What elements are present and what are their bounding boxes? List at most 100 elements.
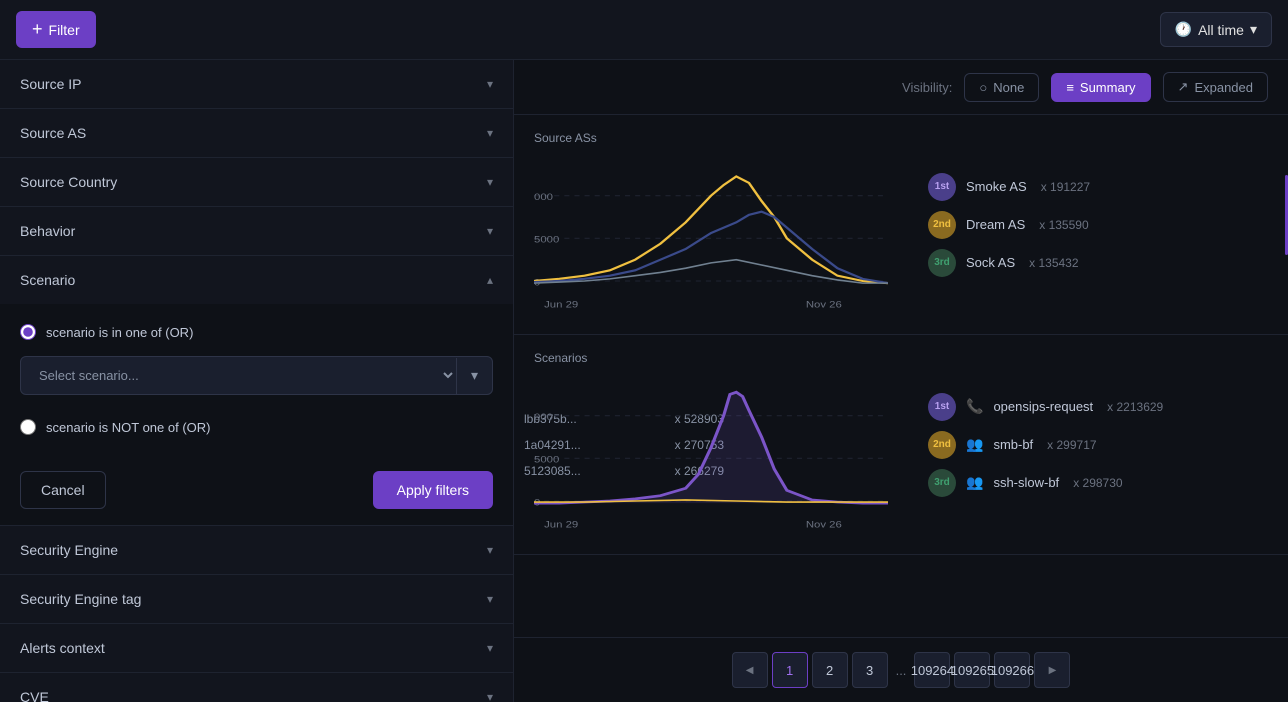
ssh-icon: 👥 bbox=[966, 474, 983, 491]
chevron-down-icon: ▾ bbox=[1250, 21, 1257, 38]
scenarios-legend-item-1: 1st 📞 opensips-request x 2213629 bbox=[928, 393, 1268, 421]
scenario-label: Scenario bbox=[20, 272, 75, 288]
legend-item-2: 2nd Dream AS x 135590 bbox=[928, 211, 1268, 239]
clock-icon: 🕐 bbox=[1175, 21, 1192, 38]
scenario-select-wrapper: Select scenario... ▾ bbox=[20, 356, 493, 395]
visibility-summary-button[interactable]: ≡ Summary bbox=[1051, 73, 1150, 102]
svg-text:Nov 26: Nov 26 bbox=[806, 519, 842, 530]
rank-badge-1st: 1st bbox=[928, 173, 956, 201]
chart-icon: ↗ bbox=[1178, 79, 1189, 95]
filter-header-security-engine[interactable]: Security Engine ▾ bbox=[0, 526, 513, 574]
ssh-name: ssh-slow-bf bbox=[993, 475, 1059, 490]
filter-button[interactable]: + Filter bbox=[16, 11, 96, 48]
page-2-button[interactable]: 2 bbox=[812, 652, 848, 688]
page-109264-button[interactable]: 109264 bbox=[914, 652, 950, 688]
scenarios-legend: 1st 📞 opensips-request x 2213629 2nd 👥 s… bbox=[908, 335, 1288, 554]
svg-text:5000: 5000 bbox=[534, 234, 559, 245]
page-next-button[interactable]: ▶ bbox=[1034, 652, 1070, 688]
filter-item-scenario: Scenario ▴ scenario is in one of (OR) Se… bbox=[0, 256, 513, 526]
page-3-button[interactable]: 3 bbox=[852, 652, 888, 688]
filter-item-source-ip: Source IP ▾ bbox=[0, 60, 513, 109]
scenario-not-radio[interactable] bbox=[20, 419, 36, 435]
smb-name: smb-bf bbox=[993, 437, 1033, 452]
charts-area: Source ASs 0 5000 000 bbox=[514, 115, 1288, 637]
page-ellipsis: ... bbox=[892, 663, 911, 678]
scenario-dropdown-button[interactable]: ▾ bbox=[457, 367, 492, 384]
chevron-down-icon: ▾ bbox=[487, 641, 493, 655]
sock-as-name: Sock AS bbox=[966, 255, 1015, 270]
scenarios-rank-badge-2nd: 2nd bbox=[928, 431, 956, 459]
smoke-as-name: Smoke AS bbox=[966, 179, 1027, 194]
filter-panel: Source IP ▾ Source AS ▾ Source Country ▾… bbox=[0, 60, 514, 702]
filter-item-source-country: Source Country ▾ bbox=[0, 158, 513, 207]
svg-text:Jun 29: Jun 29 bbox=[544, 299, 578, 310]
chevron-down-icon: ▾ bbox=[487, 126, 493, 140]
visibility-none-button[interactable]: ○ None bbox=[964, 73, 1039, 102]
filter-header-source-country[interactable]: Source Country ▾ bbox=[0, 158, 513, 206]
scenario-not-label[interactable]: scenario is NOT one of (OR) bbox=[46, 420, 210, 435]
filter-header-cve[interactable]: CVE ▾ bbox=[0, 673, 513, 702]
expanded-label: Expanded bbox=[1194, 80, 1253, 95]
filter-header-source-ip[interactable]: Source IP ▾ bbox=[0, 60, 513, 108]
filter-header-scenario[interactable]: Scenario ▴ bbox=[0, 256, 513, 304]
source-as-chart-area: Source ASs 0 5000 000 bbox=[514, 115, 908, 334]
source-as-label: Source AS bbox=[20, 125, 86, 141]
source-as-svg: 0 5000 000 Jun 29 Nov 26 bbox=[534, 153, 888, 313]
scenario-or-label[interactable]: scenario is in one of (OR) bbox=[46, 325, 193, 340]
scenarios-svg: 0 5000 000 Jun 29 Nov 26 bbox=[534, 373, 888, 533]
behavior-label: Behavior bbox=[20, 223, 75, 239]
main-layout: Source IP ▾ Source AS ▾ Source Country ▾… bbox=[0, 60, 1288, 702]
scenarios-rank-badge-1st: 1st bbox=[928, 393, 956, 421]
scenario-or-radio[interactable] bbox=[20, 324, 36, 340]
source-ip-label: Source IP bbox=[20, 76, 81, 92]
right-panel: Visibility: ○ None ≡ Summary ↗ Expanded … bbox=[514, 60, 1288, 702]
page-1-button[interactable]: 1 bbox=[772, 652, 808, 688]
rank-badge-2nd: 2nd bbox=[928, 211, 956, 239]
chevron-down-icon: ▾ bbox=[487, 592, 493, 606]
source-country-label: Source Country bbox=[20, 174, 117, 190]
filter-header-behavior[interactable]: Behavior ▾ bbox=[0, 207, 513, 255]
source-as-chart-title: Source ASs bbox=[534, 131, 888, 145]
visibility-bar: Visibility: ○ None ≡ Summary ↗ Expanded bbox=[514, 60, 1288, 115]
ssh-count: x 298730 bbox=[1073, 476, 1122, 490]
opensips-name: opensips-request bbox=[993, 399, 1093, 414]
scenario-select[interactable]: Select scenario... bbox=[21, 357, 456, 394]
chevron-down-icon: ▾ bbox=[487, 224, 493, 238]
circle-icon: ○ bbox=[979, 80, 987, 95]
chevron-down-icon: ▾ bbox=[487, 175, 493, 189]
filter-header-security-engine-tag[interactable]: Security Engine tag ▾ bbox=[0, 575, 513, 623]
dream-as-name: Dream AS bbox=[966, 217, 1025, 232]
none-label: None bbox=[993, 80, 1024, 95]
smoke-as-count: x 191227 bbox=[1041, 180, 1090, 194]
bars-icon: ≡ bbox=[1066, 80, 1074, 95]
scenarios-legend-item-3: 3rd 👥 ssh-slow-bf x 298730 bbox=[928, 469, 1268, 497]
visibility-expanded-button[interactable]: ↗ Expanded bbox=[1163, 72, 1268, 102]
page-109266-button[interactable]: 109266 bbox=[994, 652, 1030, 688]
filter-item-source-as: Source AS ▾ bbox=[0, 109, 513, 158]
chevron-down-icon: ▾ bbox=[487, 77, 493, 91]
apply-filters-button[interactable]: Apply filters bbox=[373, 471, 493, 509]
svg-text:Jun 29: Jun 29 bbox=[544, 519, 578, 530]
smb-icon: 👥 bbox=[966, 436, 983, 453]
scenario-radio-or-row: scenario is in one of (OR) bbox=[20, 316, 493, 348]
chevron-down-icon: ▾ bbox=[487, 690, 493, 702]
svg-text:Nov 26: Nov 26 bbox=[806, 299, 842, 310]
dream-as-count: x 135590 bbox=[1039, 218, 1088, 232]
source-as-legend: 1st Smoke AS x 191227 2nd Dream AS x 135… bbox=[908, 115, 1288, 334]
source-as-chart-row: Source ASs 0 5000 000 bbox=[514, 115, 1288, 335]
security-engine-tag-label: Security Engine tag bbox=[20, 591, 141, 607]
rank-badge-3rd: 3rd bbox=[928, 249, 956, 277]
all-time-button[interactable]: 🕐 All time ▾ bbox=[1160, 12, 1272, 47]
plus-icon: + bbox=[32, 19, 43, 40]
svg-text:000: 000 bbox=[534, 412, 553, 423]
cancel-button[interactable]: Cancel bbox=[20, 471, 106, 509]
scenarios-chart-title: Scenarios bbox=[534, 351, 888, 365]
filter-label: Filter bbox=[49, 22, 80, 38]
filter-header-alerts-context[interactable]: Alerts context ▾ bbox=[0, 624, 513, 672]
page-prev-button[interactable]: ◀ bbox=[732, 652, 768, 688]
opensips-icon: 📞 bbox=[966, 398, 983, 415]
filter-header-source-as[interactable]: Source AS ▾ bbox=[0, 109, 513, 157]
page-109265-button[interactable]: 109265 bbox=[954, 652, 990, 688]
filter-item-security-engine: Security Engine ▾ bbox=[0, 526, 513, 575]
scenarios-chart-area: Scenarios 0 5000 000 bbox=[514, 335, 908, 554]
